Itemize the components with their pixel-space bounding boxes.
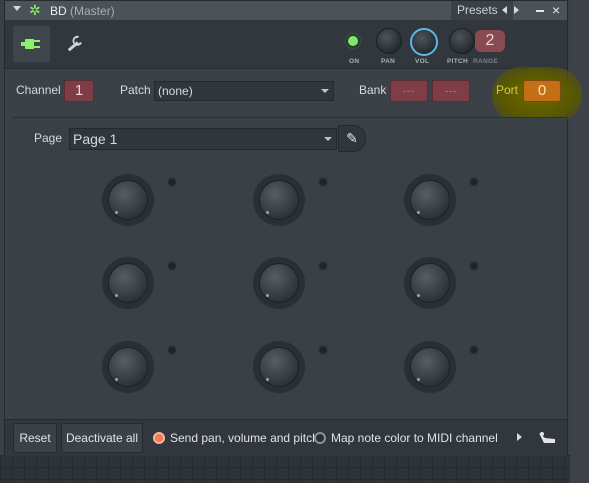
rename-page-button[interactable]: ✎: [338, 125, 366, 152]
plugin-toolbar: ON PAN VOL PITCH 2 RANGE: [5, 20, 567, 69]
vol-label: VOL: [415, 58, 430, 65]
bank-label: Bank: [359, 83, 387, 97]
on-led-toggle[interactable]: [348, 36, 358, 46]
patch-label: Patch: [120, 83, 151, 97]
range-label: RANGE: [473, 58, 498, 65]
midi-out-plugin-window: ✲ BD (Master) Presets × ON PAN VOL PITCH…: [4, 0, 582, 456]
window-title-sub: (Master): [70, 4, 115, 18]
reset-button[interactable]: Reset: [13, 423, 57, 453]
pitch-label: PITCH: [447, 58, 468, 65]
knob-settings-gear-icon[interactable]: ✹: [165, 343, 179, 357]
patch-select-value: (none): [158, 84, 193, 98]
page-select-value: Page 1: [73, 131, 118, 147]
plug-icon: [21, 39, 40, 49]
knob-settings-gear-icon[interactable]: ✹: [165, 259, 179, 273]
volume-knob[interactable]: [410, 28, 438, 56]
gear-icon[interactable]: ✲: [29, 3, 44, 18]
channel-label: Channel: [16, 83, 61, 97]
title-bar[interactable]: ✲ BD (Master) Presets ×: [5, 1, 567, 20]
bank-lsb-box[interactable]: ---: [432, 80, 470, 102]
window-title-main: BD: [50, 4, 67, 18]
more-options-arrow-icon[interactable]: [517, 433, 522, 441]
pan-label: PAN: [381, 58, 396, 65]
knob-settings-gear-icon[interactable]: ✹: [467, 259, 481, 273]
port-value-box[interactable]: 0: [523, 80, 561, 102]
control-knob[interactable]: [404, 257, 456, 309]
knob-settings-gear-icon[interactable]: ✹: [316, 343, 330, 357]
pitch-range-value[interactable]: 2: [475, 30, 505, 52]
control-knob[interactable]: [253, 257, 305, 309]
right-edge-strip: [570, 0, 589, 483]
pencil-icon: ✎: [346, 130, 358, 146]
control-knob[interactable]: [253, 174, 305, 226]
speaker-icon[interactable]: [536, 429, 558, 447]
chevron-down-icon: [321, 89, 329, 93]
control-knob[interactable]: [102, 174, 154, 226]
speaker-icon-svg: [539, 432, 555, 443]
tab-settings[interactable]: [57, 26, 94, 62]
page-label: Page: [34, 131, 63, 145]
control-knob[interactable]: [404, 341, 456, 393]
bank-msb-box[interactable]: ---: [390, 80, 428, 102]
knob-settings-gear-icon[interactable]: ✹: [316, 175, 330, 189]
send-pan-volume-pitch-radio[interactable]: [153, 432, 165, 444]
window-title: BD (Master): [50, 4, 115, 18]
knob-settings-gear-icon[interactable]: ✹: [467, 175, 481, 189]
control-knob[interactable]: [102, 341, 154, 393]
pitch-knob[interactable]: [449, 28, 475, 54]
close-icon[interactable]: ×: [552, 2, 560, 18]
minimize-icon[interactable]: [536, 10, 544, 12]
pan-knob[interactable]: [376, 28, 402, 54]
chevron-down-icon: [324, 137, 332, 141]
page-select[interactable]: Page 1: [69, 128, 337, 150]
playlist-grid-background: [0, 455, 589, 483]
knob-settings-gear-icon[interactable]: ✹: [467, 343, 481, 357]
preset-prev-icon[interactable]: [502, 6, 507, 14]
control-knob[interactable]: [404, 174, 456, 226]
map-note-color-label[interactable]: Map note color to MIDI channel: [331, 431, 498, 445]
knob-settings-gear-icon[interactable]: ✹: [316, 259, 330, 273]
tab-plugin[interactable]: [13, 26, 50, 62]
patch-select[interactable]: (none): [154, 81, 334, 101]
window-menu-arrow-icon[interactable]: [13, 6, 21, 11]
send-pan-volume-pitch-label[interactable]: Send pan, volume and pitch: [170, 431, 319, 445]
deactivate-all-button[interactable]: Deactivate all: [61, 423, 143, 453]
on-label: ON: [349, 58, 360, 65]
preset-next-icon[interactable]: [514, 6, 519, 14]
map-note-color-radio[interactable]: [314, 432, 326, 444]
wrench-icon: [67, 35, 82, 52]
knob-settings-gear-icon[interactable]: ✹: [165, 175, 179, 189]
channel-value-box[interactable]: 1: [64, 80, 94, 102]
port-label: Port: [496, 83, 519, 97]
control-knob[interactable]: [253, 341, 305, 393]
control-knob[interactable]: [102, 257, 154, 309]
